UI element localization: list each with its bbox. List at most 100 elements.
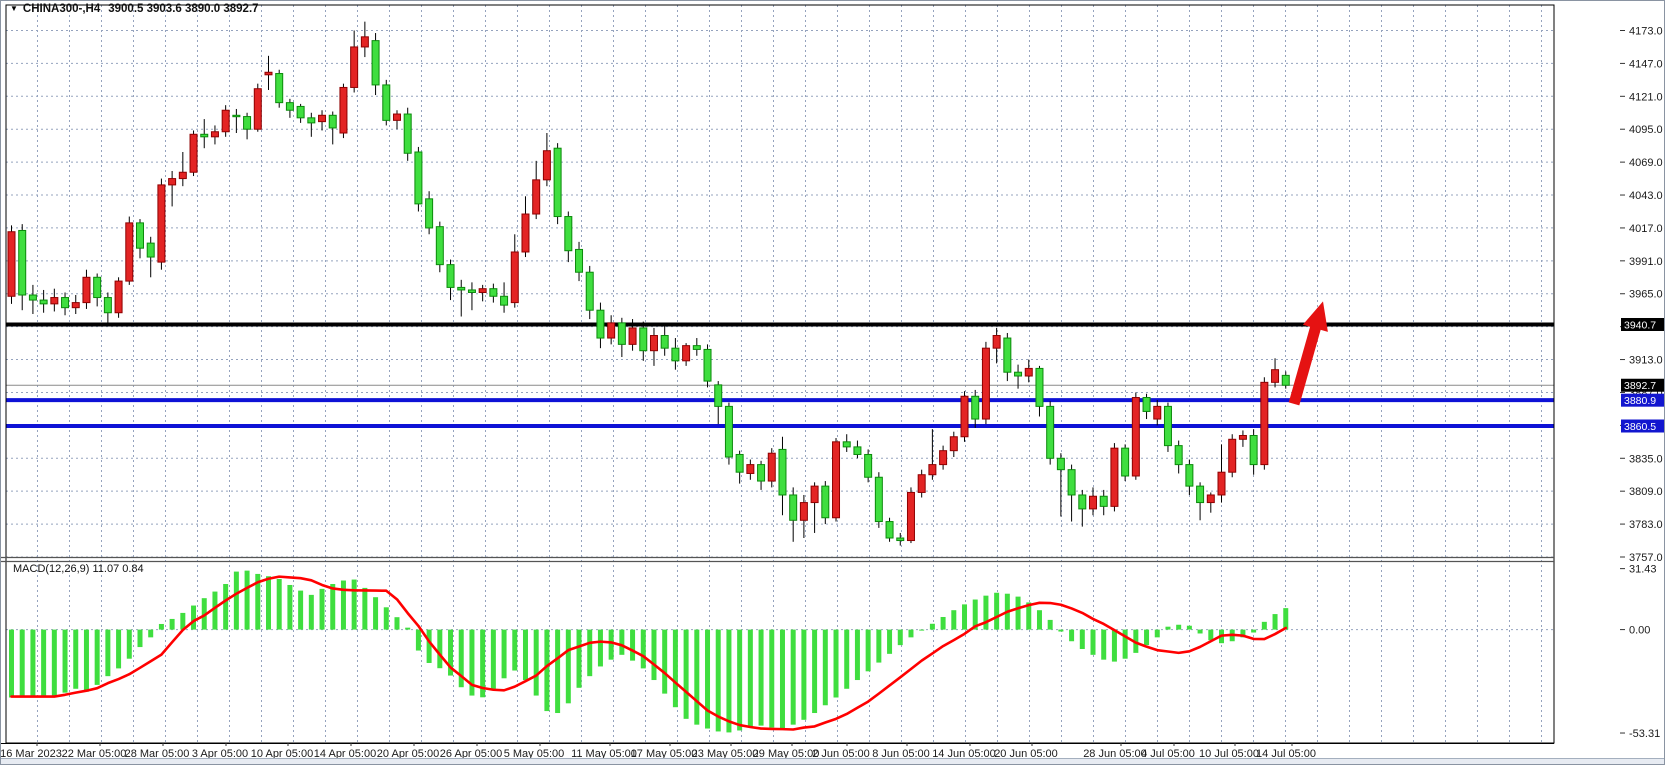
macd-bar bbox=[876, 630, 881, 663]
macd-bar bbox=[726, 630, 731, 733]
candle bbox=[372, 41, 379, 85]
macd-bar bbox=[1080, 630, 1085, 649]
candle bbox=[361, 37, 368, 47]
symbol-period-label: CHINA300-,H4 bbox=[23, 3, 100, 15]
macd-bar bbox=[609, 630, 614, 660]
candle bbox=[1047, 406, 1054, 458]
candle bbox=[458, 287, 465, 290]
macd-bar bbox=[673, 630, 678, 708]
chart-window: 4173.04147.04121.04095.04069.04043.04017… bbox=[0, 0, 1665, 765]
candle bbox=[543, 151, 550, 180]
macd-bar bbox=[1187, 626, 1192, 630]
candle bbox=[725, 406, 732, 457]
macd-bar bbox=[416, 630, 421, 651]
price-tick-label: 4043.0 bbox=[1629, 190, 1663, 202]
price-axis: 4173.04147.04121.04095.04069.04043.04017… bbox=[1620, 26, 1663, 564]
macd-bar bbox=[834, 630, 839, 698]
candle bbox=[533, 180, 540, 214]
macd-bar bbox=[1155, 630, 1160, 638]
macd-bar bbox=[705, 630, 710, 729]
candle bbox=[94, 277, 101, 297]
candle bbox=[640, 328, 647, 351]
price-chart-canvas[interactable]: 4173.04147.04121.04095.04069.04043.04017… bbox=[1, 1, 1665, 765]
candle bbox=[650, 336, 657, 351]
candle bbox=[961, 396, 968, 436]
candle bbox=[768, 453, 775, 481]
candle bbox=[158, 185, 165, 262]
macd-bar bbox=[405, 628, 410, 630]
candle bbox=[1090, 496, 1097, 509]
price-tick-label: 3783.0 bbox=[1629, 519, 1663, 531]
macd-bar bbox=[759, 630, 764, 726]
macd-bar bbox=[20, 630, 25, 698]
macd-bar bbox=[309, 595, 314, 630]
price-tick-label: 4147.0 bbox=[1629, 58, 1663, 70]
candle bbox=[779, 449, 786, 495]
candle bbox=[661, 336, 668, 349]
candle bbox=[1025, 368, 1032, 376]
trend-arrow[interactable] bbox=[1294, 301, 1328, 404]
macd-bar bbox=[1101, 630, 1106, 660]
chart-title: ▼ CHINA300-,H4 3900.5 3903.6 3890.0 3892… bbox=[10, 2, 259, 15]
macd-bar bbox=[105, 630, 110, 677]
svg-text:3940.7: 3940.7 bbox=[1624, 319, 1656, 331]
candle bbox=[1143, 398, 1150, 412]
macd-bar bbox=[63, 630, 68, 693]
candle bbox=[1132, 398, 1139, 476]
candle bbox=[736, 454, 743, 472]
macd-bar bbox=[1016, 597, 1021, 630]
candle bbox=[340, 87, 347, 133]
macd-bar bbox=[887, 630, 892, 654]
candle bbox=[211, 132, 218, 137]
candle bbox=[972, 396, 979, 419]
candle bbox=[286, 103, 293, 111]
candle bbox=[136, 223, 143, 248]
candle bbox=[918, 475, 925, 493]
macd-bar bbox=[1165, 627, 1170, 630]
candle bbox=[897, 538, 904, 541]
candle bbox=[1057, 458, 1064, 469]
candle bbox=[1004, 338, 1011, 372]
svg-text:3892.7: 3892.7 bbox=[1624, 380, 1656, 392]
macd-bar bbox=[330, 584, 335, 630]
candle bbox=[747, 465, 754, 474]
macd-bar bbox=[1198, 630, 1203, 634]
candle bbox=[276, 74, 283, 103]
candle bbox=[683, 346, 690, 361]
price-tick-label: 4173.0 bbox=[1629, 26, 1663, 38]
macd-bar bbox=[1251, 630, 1256, 633]
price-tick-label: 3757.0 bbox=[1629, 552, 1663, 564]
macd-bar bbox=[427, 630, 432, 663]
candle bbox=[833, 442, 840, 518]
chart-menu-icon[interactable]: ▼ bbox=[10, 4, 18, 14]
candle bbox=[51, 298, 58, 304]
macd-bar bbox=[437, 630, 442, 669]
candle bbox=[940, 451, 947, 465]
candle bbox=[1282, 375, 1289, 385]
candle bbox=[822, 486, 829, 518]
price-tick-label: 4069.0 bbox=[1629, 157, 1663, 169]
macd-bar bbox=[1091, 630, 1096, 655]
macd-bar bbox=[983, 596, 988, 630]
candle bbox=[1036, 368, 1043, 406]
price-tick-label: 3913.0 bbox=[1629, 355, 1663, 367]
macd-bar bbox=[566, 630, 571, 704]
macd-bar bbox=[544, 630, 549, 711]
candle bbox=[929, 465, 936, 475]
macd-axis: 31.430.00-53.31 bbox=[1620, 564, 1660, 740]
candle bbox=[147, 243, 154, 257]
macd-bar bbox=[266, 576, 271, 629]
candle bbox=[800, 503, 807, 521]
svg-text:3880.9: 3880.9 bbox=[1624, 395, 1656, 407]
macd-bar bbox=[1069, 630, 1074, 642]
macd-tick-label: 31.43 bbox=[1629, 564, 1657, 576]
macd-bar bbox=[512, 630, 517, 671]
macd-bar bbox=[9, 630, 14, 698]
candle bbox=[169, 179, 176, 185]
candle bbox=[608, 323, 615, 338]
candle bbox=[104, 298, 111, 313]
window-bottom-edge bbox=[1, 758, 1664, 764]
macd-bar bbox=[941, 617, 946, 630]
candle bbox=[1015, 372, 1022, 376]
macd-bar bbox=[320, 589, 325, 630]
